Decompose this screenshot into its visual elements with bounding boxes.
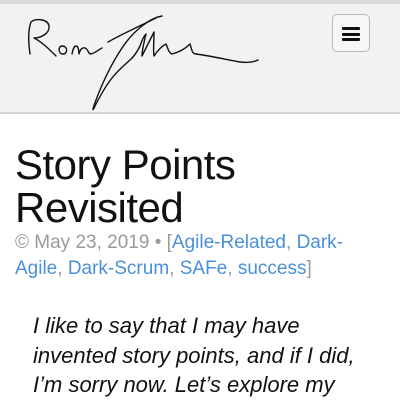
copyright-symbol: ©: [15, 232, 29, 253]
category-link-dark-scrum[interactable]: Dark-Scrum: [68, 258, 169, 279]
post-date: May 23, 2019: [34, 232, 150, 253]
post-meta: © May 23, 2019 • [Agile-Related, Dark-Ag…: [15, 232, 344, 279]
category-link-safe[interactable]: SAFe: [180, 258, 228, 279]
signature-logo[interactable]: [22, 8, 262, 112]
bracket-close: ]: [306, 258, 312, 279]
menu-toggle-button[interactable]: [332, 14, 370, 52]
meta-separator: •: [154, 232, 162, 253]
post-intro-quote: I like to say that I may have invented s…: [33, 313, 355, 397]
post-title: Story Points Revisited: [15, 141, 236, 231]
hamburger-menu-icon: [342, 27, 360, 41]
category-link-success[interactable]: success: [238, 258, 307, 279]
category-link-agile-related[interactable]: Agile-Related: [172, 232, 286, 253]
site-header: [0, 4, 400, 114]
